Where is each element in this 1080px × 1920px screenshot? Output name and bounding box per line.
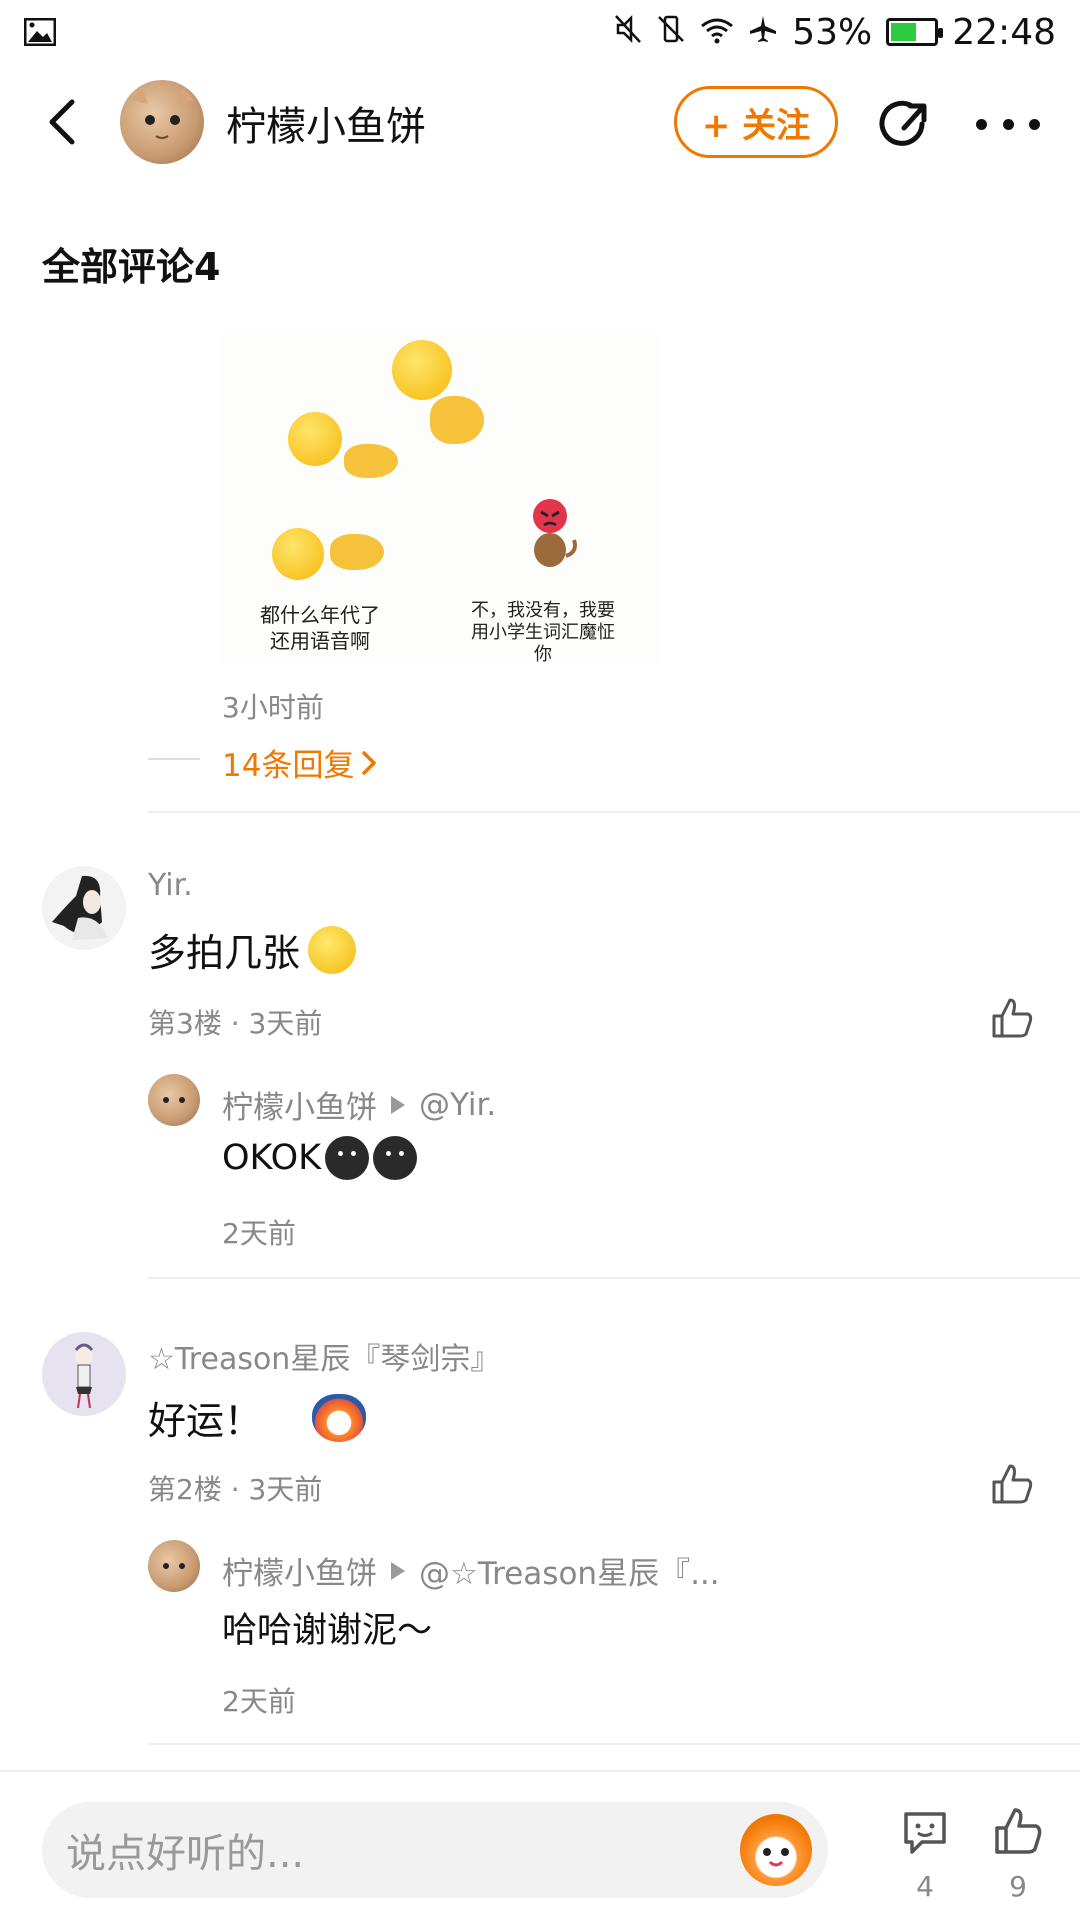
more-dot (1029, 118, 1040, 130)
airplane-icon (748, 12, 778, 53)
comment-text-content: 好运！ (148, 1399, 263, 1443)
angry-monkey-icon (533, 499, 577, 567)
like-post-button[interactable] (993, 1806, 1043, 1856)
share-icon (879, 100, 927, 146)
reply-header: 柠檬小鱼饼 @Yir. (222, 1082, 496, 1127)
commenter-avatar[interactable] (42, 1332, 126, 1416)
comment-text-content: 多拍几张 (148, 931, 301, 975)
thumbs-up-icon (992, 1464, 1033, 1504)
comment-text: 好运！ (148, 1390, 367, 1445)
reply-arrow-icon (391, 1095, 405, 1114)
more-dot (976, 118, 987, 130)
reply-author[interactable]: 柠檬小鱼饼 (222, 1082, 377, 1127)
back-button[interactable] (38, 94, 88, 150)
more-button[interactable] (976, 94, 1040, 154)
comment-bubble-icon (904, 1812, 946, 1854)
divider-line (148, 758, 200, 760)
vibrate-off-icon (656, 12, 686, 53)
battery-fill (891, 23, 916, 41)
smirk-emoji-icon (373, 1136, 418, 1180)
chevron-right-icon (362, 750, 377, 775)
like-count: 9 (1009, 1870, 1027, 1903)
reply-target[interactable]: @Yir. (419, 1087, 496, 1123)
mute-icon (614, 12, 642, 53)
chevron-left-icon (49, 99, 75, 145)
header: 柠檬小鱼饼 + 关注 (0, 64, 1080, 180)
clock: 22:48 (952, 11, 1056, 53)
meme-caption-left: 都什么年代了 还用语音啊 (260, 603, 380, 653)
follow-button[interactable]: + 关注 (674, 86, 838, 158)
comment-count-button[interactable] (900, 1808, 950, 1858)
reply-text: OKOK (222, 1136, 418, 1180)
reply-target[interactable]: @☆Treason星辰『... (419, 1548, 720, 1593)
view-replies-label: 14条回复 (222, 748, 355, 784)
view-replies-link[interactable]: 14条回复 (222, 740, 378, 785)
reply-author[interactable]: 柠檬小鱼饼 (222, 1548, 377, 1593)
commenter-name[interactable]: ☆Treason星辰『琴剑宗』 (148, 1334, 500, 1378)
like-button[interactable] (990, 1462, 1034, 1506)
comment-count: 4 (916, 1870, 934, 1903)
battery-icon (886, 18, 944, 46)
meme-caption-right: 不，我没有，我要 用小学生词汇魔怔 你 (471, 600, 615, 665)
doge-emoji-icon (308, 925, 357, 974)
reply-avatar[interactable] (148, 1540, 200, 1592)
comment-image[interactable]: 都什么年代了 还用语音啊 不，我没有，我要 用小学生词汇魔怔 你 (220, 334, 660, 665)
page-title: 柠檬小鱼饼 (226, 104, 426, 150)
reply-time: 2天前 (222, 1217, 296, 1250)
reply-text: 哈哈谢谢泥～ (222, 1602, 432, 1653)
pointing-hand-icon (330, 534, 384, 570)
commenter-avatar[interactable] (42, 866, 126, 950)
reply-avatar[interactable] (148, 1074, 200, 1126)
status-bar: 53% 22:48 (0, 0, 1080, 64)
pointing-hand-icon (430, 396, 484, 444)
comment-meta: 第2楼 · 3天前 (148, 1473, 323, 1506)
thumbs-up-icon (995, 1808, 1042, 1854)
reply-text-content: 哈哈谢谢泥～ (222, 1611, 433, 1651)
comment-time: 3小时前 (222, 691, 324, 724)
divider (148, 811, 1080, 813)
more-dot (1002, 118, 1014, 130)
laughing-emoji-icon (288, 412, 342, 466)
pointing-hand-icon (344, 444, 398, 478)
share-button[interactable] (874, 94, 934, 154)
laughing-emoji-icon (272, 528, 324, 580)
smirk-emoji-icon (325, 1136, 370, 1180)
comments-section-title: 全部评论4 (42, 245, 221, 289)
divider (148, 1743, 1080, 1745)
comment-text: 多拍几张 (148, 922, 357, 977)
emoji-picker-icon[interactable] (740, 1814, 812, 1886)
thumbs-up-icon (992, 998, 1033, 1038)
reply-header: 柠檬小鱼饼 @☆Treason星辰『... (222, 1548, 720, 1593)
battery-percent: 53% (792, 11, 873, 53)
comment-input[interactable]: 说点好听的... (42, 1802, 828, 1898)
gallery-notification-icon (24, 18, 56, 46)
divider (148, 1277, 1080, 1279)
comment-meta: 第3楼 · 3天前 (148, 1007, 323, 1040)
mask-emoji-icon (312, 1393, 367, 1442)
reply-text-content: OKOK (222, 1138, 322, 1178)
reply-arrow-icon (391, 1561, 405, 1580)
commenter-name[interactable]: Yir. (148, 868, 193, 903)
laughing-emoji-icon (392, 340, 452, 400)
like-button[interactable] (990, 996, 1034, 1040)
wifi-icon (700, 12, 734, 53)
avatar[interactable] (120, 80, 204, 164)
bottom-bar: 说点好听的... 4 9 (0, 1770, 1080, 1920)
reply-time: 2天前 (222, 1685, 296, 1718)
